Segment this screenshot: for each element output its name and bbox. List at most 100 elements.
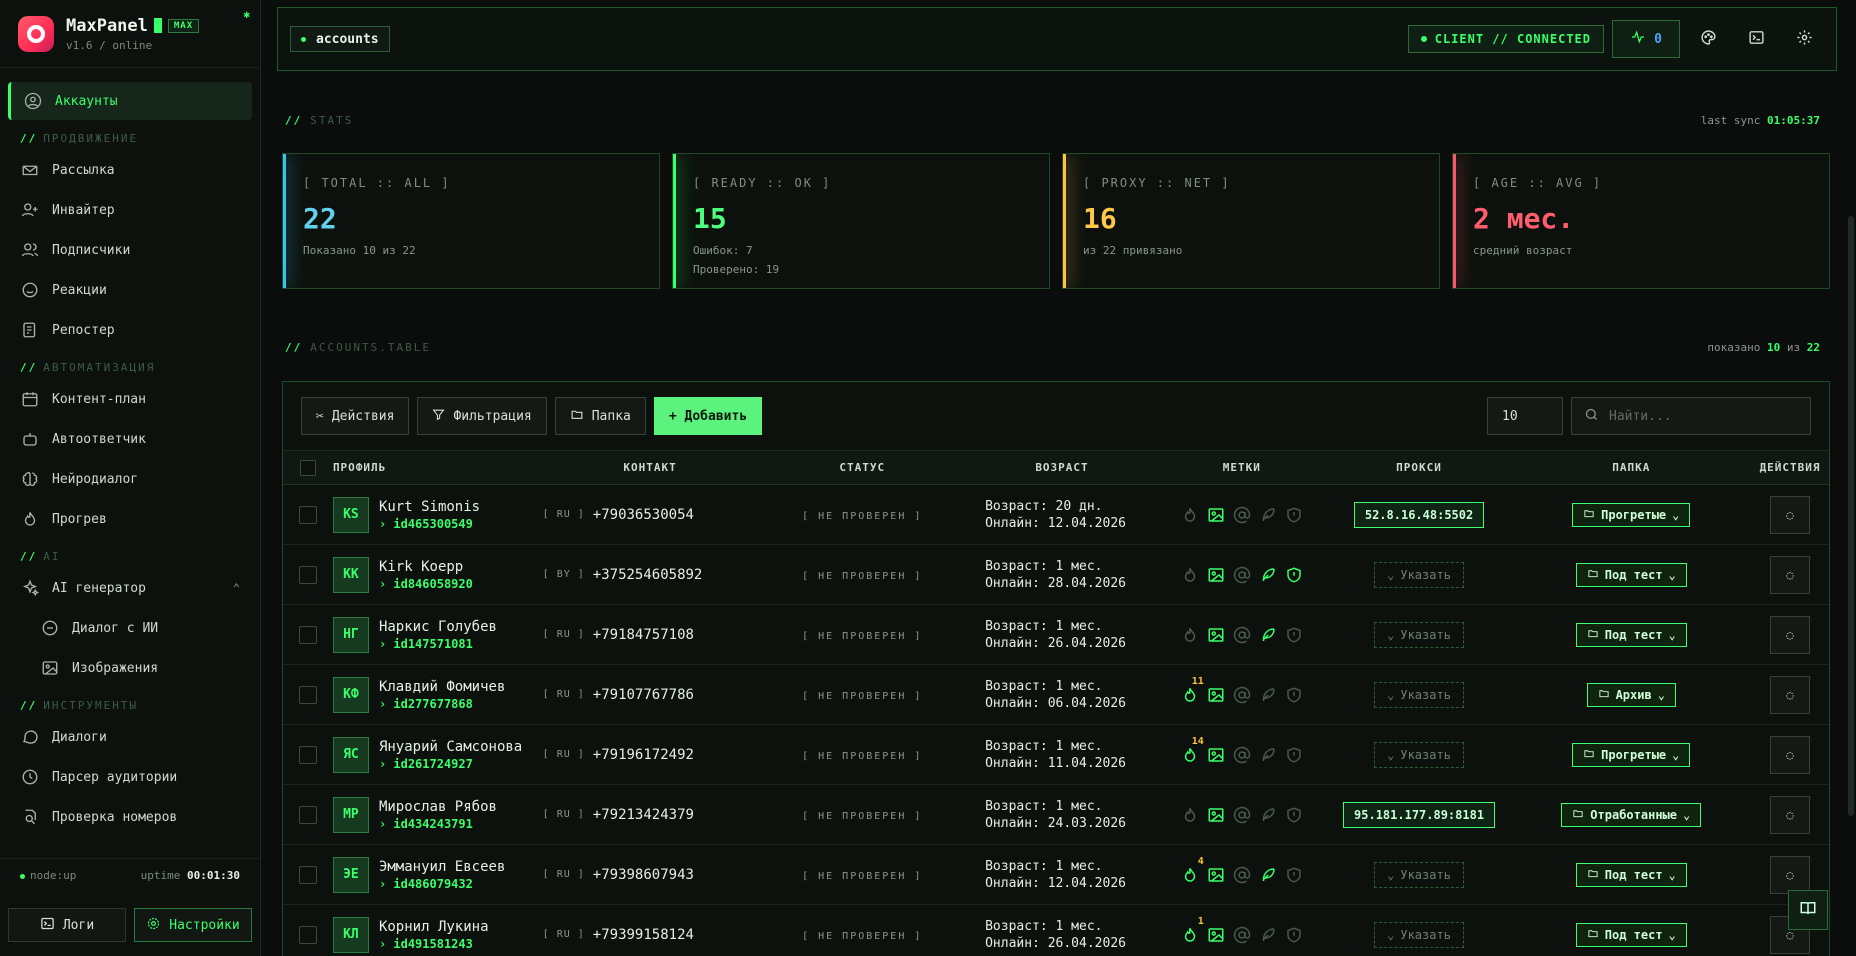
sidebar-item-2[interactable]: Нейродиалог <box>8 460 252 498</box>
at-icon[interactable] <box>1232 505 1252 525</box>
row-action-button[interactable]: ◌ <box>1770 735 1811 774</box>
per-page-select[interactable]: 10 <box>1487 397 1563 435</box>
row-action-button[interactable]: ◌ <box>1770 615 1811 654</box>
image-icon[interactable] <box>1206 805 1226 825</box>
image-icon[interactable] <box>1206 505 1226 525</box>
flame-icon[interactable]: 1 <box>1180 916 1204 945</box>
folder-select[interactable]: Под тест ⌄ <box>1575 922 1687 947</box>
feather-icon[interactable] <box>1258 505 1278 525</box>
profile-id[interactable]: › id486079432 <box>379 877 505 891</box>
flame-icon[interactable]: 14 <box>1180 736 1204 765</box>
row-checkbox[interactable] <box>298 625 317 644</box>
logs-button[interactable]: Логи <box>8 908 126 942</box>
profile-id[interactable]: › id491581243 <box>379 937 489 951</box>
at-icon[interactable] <box>1232 865 1252 885</box>
select-all-checkbox[interactable] <box>299 459 316 476</box>
sidebar-item-1[interactable]: Парсер аудитории <box>8 758 252 796</box>
folder-select[interactable]: Прогретые ⌄ <box>1572 742 1691 767</box>
folder-select[interactable]: Отработанные ⌄ <box>1561 802 1702 827</box>
sidebar-item-2[interactable]: Проверка номеров <box>8 798 252 836</box>
folder-select[interactable]: Прогретые ⌄ <box>1572 502 1691 527</box>
sidebar-item-1[interactable]: Автоответчик <box>8 420 252 458</box>
profile-id[interactable]: › id465300549 <box>379 517 480 531</box>
row-action-button[interactable]: ◌ <box>1770 495 1811 534</box>
shield-icon[interactable] <box>1284 805 1304 825</box>
search-input[interactable]: Найти... <box>1571 397 1811 435</box>
breadcrumb[interactable]: accounts <box>290 26 390 52</box>
row-action-button[interactable]: ◌ <box>1770 855 1811 894</box>
at-icon[interactable] <box>1232 625 1252 645</box>
shield-icon[interactable] <box>1284 625 1304 645</box>
table-row[interactable]: ЯС Януарий Самсонова › id261724927 [ RU ] +7… <box>283 725 1829 785</box>
proxy-set-button[interactable]: ⌄ Указать <box>1374 741 1464 768</box>
profile-id[interactable]: › id434243791 <box>379 817 497 831</box>
row-checkbox[interactable] <box>298 925 317 944</box>
image-icon[interactable] <box>1206 865 1226 885</box>
profile-id[interactable]: › id277677868 <box>379 697 505 711</box>
filter-button[interactable]: Фильтрация <box>417 397 547 435</box>
feather-icon[interactable] <box>1258 865 1278 885</box>
column-profile[interactable]: ПРОФИЛЬ <box>333 461 543 474</box>
row-checkbox[interactable] <box>298 685 317 704</box>
row-action-button[interactable]: ◌ <box>1770 675 1811 714</box>
proxy-set-button[interactable]: ⌄ Указать <box>1374 561 1464 588</box>
table-row[interactable]: МР Мирослав Рябов › id434243791 [ RU ] +7921… <box>283 785 1829 845</box>
pin-icon[interactable]: ✱ <box>243 8 250 21</box>
image-icon[interactable] <box>1206 925 1226 945</box>
at-icon[interactable] <box>1232 745 1252 765</box>
folder-button[interactable]: Папка <box>554 397 646 435</box>
profile-id[interactable]: › id261724927 <box>379 757 522 771</box>
theme-button[interactable] <box>1688 20 1728 58</box>
chevron-up-icon[interactable]: ⌃ <box>233 581 240 595</box>
shield-icon[interactable] <box>1284 685 1304 705</box>
proxy-set-button[interactable]: ⌄ Указать <box>1374 681 1464 708</box>
profile-id[interactable]: › id147571081 <box>379 637 497 651</box>
folder-select[interactable]: Под тест ⌄ <box>1575 622 1687 647</box>
feather-icon[interactable] <box>1258 925 1278 945</box>
row-checkbox[interactable] <box>298 805 317 824</box>
image-icon[interactable] <box>1206 685 1226 705</box>
sidebar-item-3[interactable]: Реакции <box>8 271 252 309</box>
shield-icon[interactable] <box>1284 565 1304 585</box>
proxy-set-button[interactable]: ⌄ Указать <box>1374 861 1464 888</box>
settings-icon-button[interactable] <box>1784 20 1824 58</box>
proxy-set-button[interactable]: ⌄ Указать <box>1374 921 1464 948</box>
sidebar-item-3[interactable]: Прогрев <box>8 500 252 538</box>
row-checkbox[interactable] <box>298 565 317 584</box>
flame-icon[interactable] <box>1180 805 1200 825</box>
column-actions[interactable]: ДЕЙСТВИЯ <box>1751 461 1829 474</box>
table-row[interactable]: КЛ Корнил Лукина › id491581243 [ RU ] +79399… <box>283 905 1829 956</box>
feather-icon[interactable] <box>1258 625 1278 645</box>
folder-select[interactable]: Под тест ⌄ <box>1575 562 1687 587</box>
table-row[interactable]: ЭЕ Эммануил Евсеев › id486079432 [ RU ] +793… <box>283 845 1829 905</box>
sidebar-item-0[interactable]: Рассылка <box>8 151 252 189</box>
row-checkbox[interactable] <box>298 745 317 764</box>
column-status[interactable]: СТАТУС <box>757 461 967 474</box>
image-icon[interactable] <box>1206 625 1226 645</box>
row-action-button[interactable]: ◌ <box>1770 795 1811 834</box>
shield-icon[interactable] <box>1284 745 1304 765</box>
table-row[interactable]: КФ Клавдий Фомичев › id277677868 [ RU ] +791… <box>283 665 1829 725</box>
sidebar-item-accounts[interactable]: Аккаунты <box>8 82 252 120</box>
image-icon[interactable] <box>1206 745 1226 765</box>
docs-button[interactable] <box>1788 890 1828 930</box>
shield-icon[interactable] <box>1284 925 1304 945</box>
table-row[interactable]: KS Kurt Simonis › id465300549 [ RU ] +790365… <box>283 485 1829 545</box>
table-row[interactable]: НГ Наркис Голубев › id147571081 [ RU ] +7918… <box>283 605 1829 665</box>
column-tags[interactable]: МЕТКИ <box>1157 461 1327 474</box>
sidebar-item-0[interactable]: Контент-план <box>8 380 252 418</box>
proxy-value[interactable]: 95.181.177.89:8181 <box>1343 801 1496 828</box>
at-icon[interactable] <box>1232 685 1252 705</box>
scrollbar[interactable] <box>1848 216 1854 816</box>
sidebar-item-2[interactable]: Изображения <box>8 649 252 687</box>
add-account-button[interactable]: + Добавить <box>653 397 763 435</box>
column-age[interactable]: ВОЗРАСТ <box>967 461 1157 474</box>
flame-icon[interactable] <box>1180 565 1200 585</box>
feather-icon[interactable] <box>1258 565 1278 585</box>
proxy-value[interactable]: 52.8.16.48:5502 <box>1353 501 1485 528</box>
row-action-button[interactable]: ◌ <box>1770 555 1811 594</box>
proxy-set-button[interactable]: ⌄ Указать <box>1374 621 1464 648</box>
sidebar-item-0[interactable]: Диалоги <box>8 718 252 756</box>
shield-icon[interactable] <box>1284 865 1304 885</box>
flame-icon[interactable] <box>1180 505 1200 525</box>
